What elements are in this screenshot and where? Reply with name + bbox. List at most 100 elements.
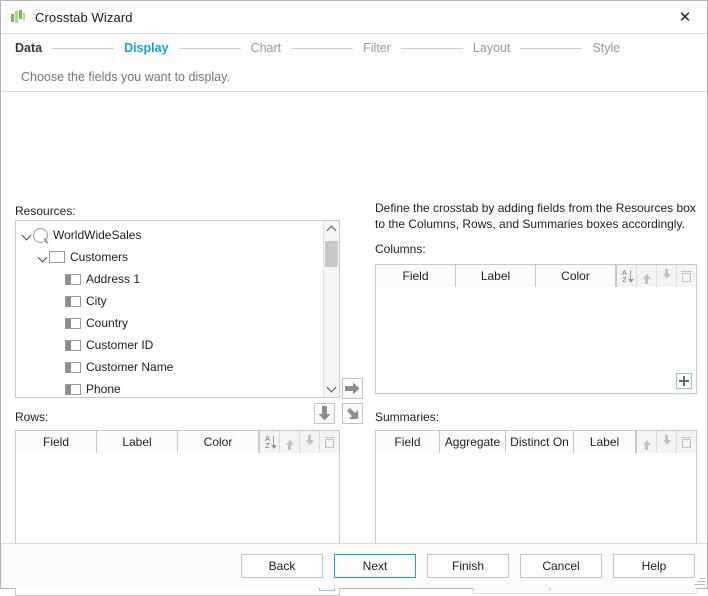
step-layout[interactable]: Layout [473,41,511,55]
summaries-label: Summaries: [375,410,440,424]
arrow-right-icon [345,382,360,395]
columns-label: Columns: [375,242,426,256]
window-title: Crosstab Wizard [35,9,133,25]
add-column-button[interactable] [676,373,692,389]
tree-item-address-1[interactable]: Address 1 [16,268,323,290]
tree-item-label: Customer ID [86,338,154,352]
move-down-icon[interactable] [656,431,676,453]
column-header-label[interactable]: Label [456,265,536,287]
step-connector [178,47,241,49]
move-up-icon[interactable] [636,265,656,287]
move-up-icon[interactable] [636,431,656,453]
add-to-summaries-button[interactable] [342,403,363,424]
sort-az-icon[interactable]: AZ [616,265,636,287]
columns-grid-tools: AZ [616,265,696,287]
step-style[interactable]: Style [592,41,620,55]
resources-label: Resources: [15,204,76,218]
step-data[interactable]: Data [15,41,42,55]
field-icon [65,361,81,373]
columns-grid-header: Field Label Color AZ [376,265,696,288]
tree-item-customer-name[interactable]: Customer Name [16,356,323,378]
column-header-color[interactable]: Color [536,265,616,287]
field-icon [65,317,81,329]
title-bar: Crosstab Wizard ✕ [1,1,707,34]
arrow-down-right-icon [346,407,358,419]
step-connector [520,47,583,49]
next-button[interactable]: Next [334,554,416,578]
wizard-step-bar: Data Display Chart Filter Layout Style [1,34,707,62]
table-icon [49,251,65,263]
step-display[interactable]: Display [124,41,168,55]
columns-grid-body[interactable] [376,287,696,393]
field-icon [65,383,81,395]
arrow-down-icon [318,406,331,421]
rows-grid-tools: AZ [259,431,339,453]
query-icon [33,227,48,243]
instructions-text: Define the crosstab by adding fields fro… [375,201,696,231]
tree-item-customer-id[interactable]: Customer ID [16,334,323,356]
scroll-up-icon[interactable] [324,221,339,237]
delete-icon[interactable] [319,431,339,453]
scroll-down-icon[interactable] [324,381,339,397]
footer-bar: Back Next Finish Cancel Help [1,543,707,588]
tree-item-label: Customer Name [86,360,174,374]
tree-item-label: City [86,294,107,308]
step-connector [291,47,354,49]
tree-item-customers[interactable]: Customers [16,246,323,268]
chevron-down-icon[interactable] [36,251,49,264]
add-to-columns-button[interactable] [342,378,363,399]
summaries-grid-tools [636,431,696,453]
back-button[interactable]: Back [241,554,323,578]
move-up-icon[interactable] [279,431,299,453]
columns-grid[interactable]: Field Label Color AZ [375,264,697,394]
field-icon [65,273,81,285]
bar-chart-icon [10,9,26,25]
summary-header-field[interactable]: Field [376,431,440,453]
field-icon [65,295,81,307]
resources-tree[interactable]: WorldWideSales Customers Address 1 City [15,220,340,398]
move-down-icon[interactable] [656,265,676,287]
subtitle-bar: Choose the fields you want to display. [1,62,707,92]
tree-item-worldwidesales[interactable]: WorldWideSales [16,224,323,246]
resources-scrollbar[interactable] [323,221,339,397]
tree-item-city[interactable]: City [16,290,323,312]
add-to-rows-button[interactable] [314,403,335,424]
row-header-color[interactable]: Color [178,431,259,453]
step-filter[interactable]: Filter [363,41,391,55]
rows-grid-header: Field Label Color AZ [16,431,339,454]
delete-icon[interactable] [676,265,696,287]
row-header-label[interactable]: Label [97,431,178,453]
tree-item-label: Customers [70,250,129,264]
crosstab-wizard-window: Crosstab Wizard ✕ Data Display Chart Fil… [0,0,708,596]
summary-header-label[interactable]: Label [574,431,636,453]
move-down-icon[interactable] [299,431,319,453]
field-icon [65,339,81,351]
delete-icon[interactable] [676,431,696,453]
finish-button[interactable]: Finish [427,554,509,578]
tree-item-label: Country [86,316,129,330]
step-connector [52,47,115,49]
summary-header-distinct-on[interactable]: Distinct On [506,431,574,453]
summary-header-aggregate[interactable]: Aggregate [440,431,506,453]
resize-grip-icon[interactable] [693,574,705,586]
sort-az-icon[interactable]: AZ [259,431,279,453]
tree-item-country[interactable]: Country [16,312,323,334]
resources-tree-scroll: WorldWideSales Customers Address 1 City [16,221,323,397]
help-button[interactable]: Help [613,554,695,578]
summaries-grid-header: Field Aggregate Distinct On Label [376,431,696,454]
chevron-down-icon[interactable] [20,229,33,242]
row-header-field[interactable]: Field [16,431,97,453]
scrollbar-thumb[interactable] [325,241,338,267]
step-connector [400,47,463,49]
close-icon[interactable]: ✕ [663,2,707,33]
tree-item-phone[interactable]: Phone [16,378,323,397]
wizard-body: Resources: WorldWideSales Customers Addr… [1,92,707,596]
tree-item-label: WorldWideSales [53,228,142,242]
cancel-button[interactable]: Cancel [520,554,602,578]
tree-item-label: Phone [86,382,121,396]
step-chart[interactable]: Chart [251,41,282,55]
tree-item-label: Address 1 [86,272,141,286]
column-header-field[interactable]: Field [376,265,456,287]
rows-label: Rows: [15,410,49,424]
subtitle-text: Choose the fields you want to display. [21,69,230,84]
